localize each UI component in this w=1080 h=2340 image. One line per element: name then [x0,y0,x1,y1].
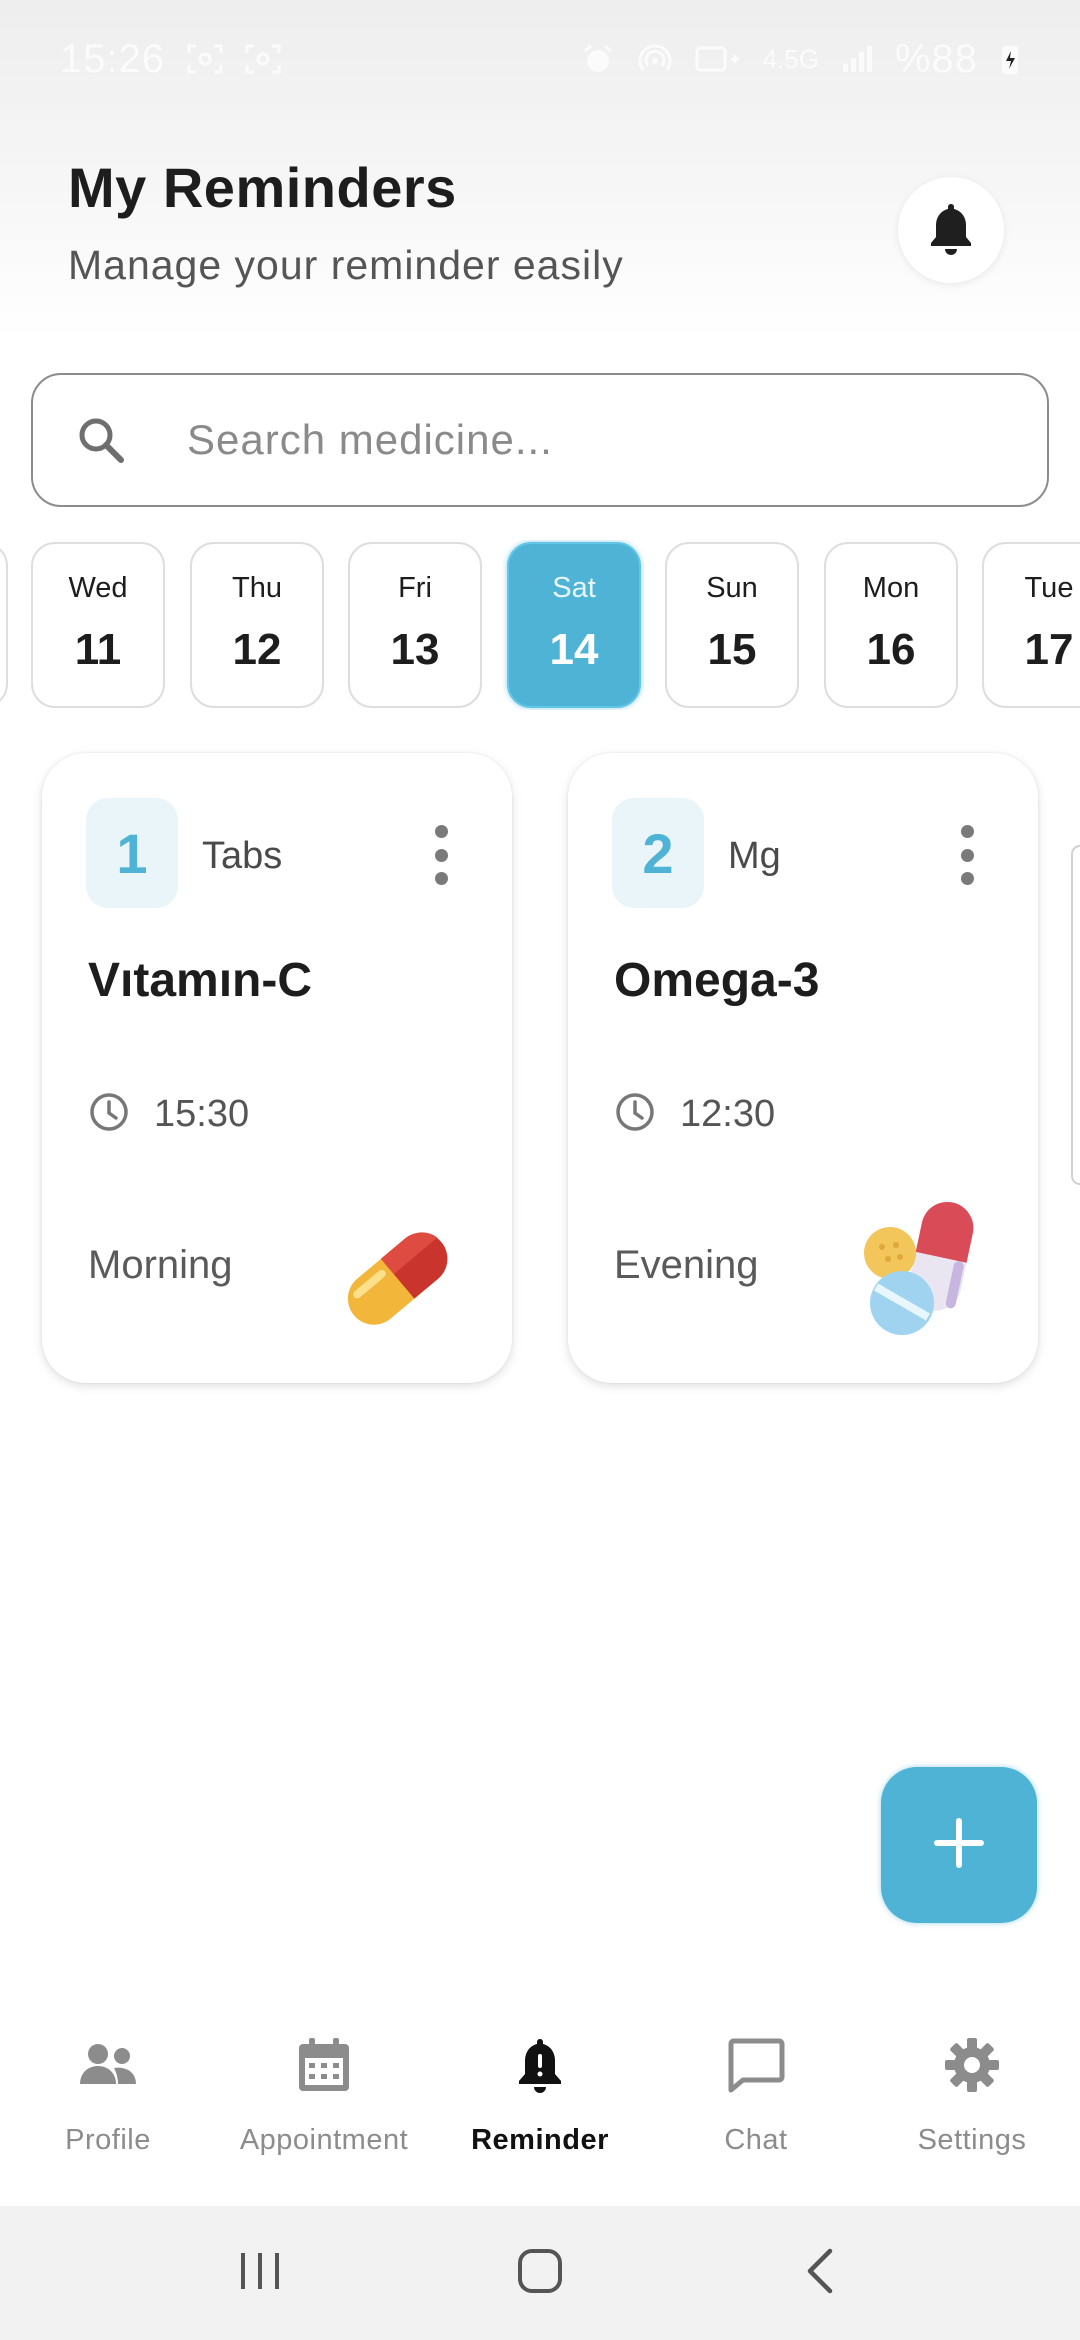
medicine-card[interactable]: 2 Mg Omega-3 12:30 Evening [568,753,1038,1383]
date-day-number: 12 [232,625,282,674]
status-bar: 15:26 4.5G %88 [0,0,1080,118]
bottom-navigation: Profile Appointment Reminder Chat Settin… [0,2000,1080,2206]
more-options-button[interactable] [952,825,982,885]
page-title: My Reminders [68,156,457,219]
date-day-of-week: Mon [862,572,920,604]
nav-item-reminder[interactable]: Reminder [432,2000,648,2206]
date-day-number: 15 [707,625,757,674]
kebab-menu-icon [434,825,448,838]
chat-icon [721,2030,791,2100]
date-card-selected[interactable]: Sat 14 [507,542,641,708]
status-time: 15:26 [60,36,166,81]
people-icon [73,2030,143,2100]
status-right: 4.5G %88 [581,37,1020,82]
medicine-quantity-badge: 2 [612,798,704,908]
nav-label: Appointment [239,2124,409,2156]
recent-apps-button[interactable] [215,2233,305,2313]
nav-label: Settings [917,2124,1027,2156]
nav-label: Chat [724,2124,788,2156]
header: My Reminders Manage your reminder easily [68,155,1012,295]
date-strip[interactable]: Wed 11 Thu 12 Fri 13 Sat 14 Sun 15 Mon 1… [0,540,1080,710]
pills-icon [860,1193,990,1348]
notifications-button[interactable] [898,177,1004,283]
medicine-unit: Tabs [202,835,283,877]
alarm-icon [581,42,615,76]
screenshot-icon [187,44,223,74]
clock-icon [614,1091,656,1138]
back-button[interactable] [775,2233,865,2313]
kebab-menu-dot [960,872,974,885]
volte-icon [695,44,741,74]
screenshot-icon [245,44,281,74]
nav-label: Profile [65,2124,151,2156]
nav-item-appointment[interactable]: Appointment [216,2000,432,2206]
page-subtitle: Manage your reminder easily [68,242,624,288]
capsule-icon [332,1213,462,1348]
signal-icon [841,44,873,74]
nav-item-settings[interactable]: Settings [864,2000,1080,2206]
clock-icon [88,1091,130,1138]
date-card[interactable]: Sun 15 [665,542,799,708]
nav-item-profile[interactable]: Profile [0,2000,216,2206]
date-day-of-week: Wed [68,572,128,604]
system-navigation-bar [0,2206,1080,2340]
plus-icon [933,1817,985,1874]
kebab-menu-icon [960,825,974,838]
search-icon [73,412,129,468]
date-day-of-week: Sun [706,572,758,604]
medicine-card[interactable]: 1 Tabs Vıtamın-C 15:30 Morning [42,753,512,1383]
date-day-of-week: Fri [398,572,432,604]
date-day-of-week: Thu [232,572,282,604]
date-day-of-week: Tue [1024,572,1074,604]
recent-apps-icon [235,2249,285,2298]
kebab-menu-dot [960,848,974,862]
more-options-button[interactable] [426,825,456,885]
medicine-time: 15:30 [154,1093,250,1135]
date-day-number: 17 [1024,625,1074,674]
medicine-unit: Mg [728,835,781,877]
gear-icon [937,2030,1007,2100]
date-card-partial[interactable] [0,542,8,708]
date-card[interactable]: Mon 16 [824,542,958,708]
medicine-period: Morning [88,1243,233,1287]
hotspot-icon [637,42,673,76]
add-reminder-button[interactable] [881,1767,1037,1923]
search-placeholder: Search medicine... [187,416,553,463]
date-day-number: 14 [549,625,599,674]
date-card[interactable]: Tue 17 [982,542,1080,708]
network-type: 4.5G [762,43,819,74]
date-card[interactable]: Fri 13 [348,542,482,708]
nav-item-chat[interactable]: Chat [648,2000,864,2206]
medicine-time-row: 12:30 [614,1091,775,1138]
date-day-of-week: Sat [552,572,596,604]
medicine-period: Evening [614,1243,759,1287]
medicine-name: Vıtamın-C [88,954,313,1007]
kebab-menu-dot [434,848,448,862]
date-day-number: 16 [866,625,916,674]
search-input[interactable]: Search medicine... [31,373,1049,507]
bell-alert-icon [505,2030,575,2100]
carousel-next-card-edge [1071,845,1080,1185]
date-day-number: 11 [74,625,122,674]
medicine-time-row: 15:30 [88,1091,249,1138]
date-day-number: 13 [390,625,440,674]
date-card[interactable]: Thu 12 [190,542,324,708]
battery-level: %88 [894,36,978,81]
medicine-quantity: 1 [116,821,148,885]
status-left: 15:26 [60,37,281,82]
date-card[interactable]: Wed 11 [31,542,165,708]
medicine-name: Omega-3 [614,954,820,1007]
medicine-quantity-badge: 1 [86,798,178,908]
home-icon [515,2246,565,2301]
kebab-menu-dot [434,872,448,885]
bell-icon [926,200,976,261]
battery-charging-icon [1000,42,1020,76]
home-button[interactable] [495,2233,585,2313]
nav-label: Reminder [471,2124,609,2156]
medicine-quantity: 2 [642,821,674,885]
medicine-time: 12:30 [680,1093,776,1135]
calendar-icon [289,2030,359,2100]
back-icon [800,2246,840,2301]
